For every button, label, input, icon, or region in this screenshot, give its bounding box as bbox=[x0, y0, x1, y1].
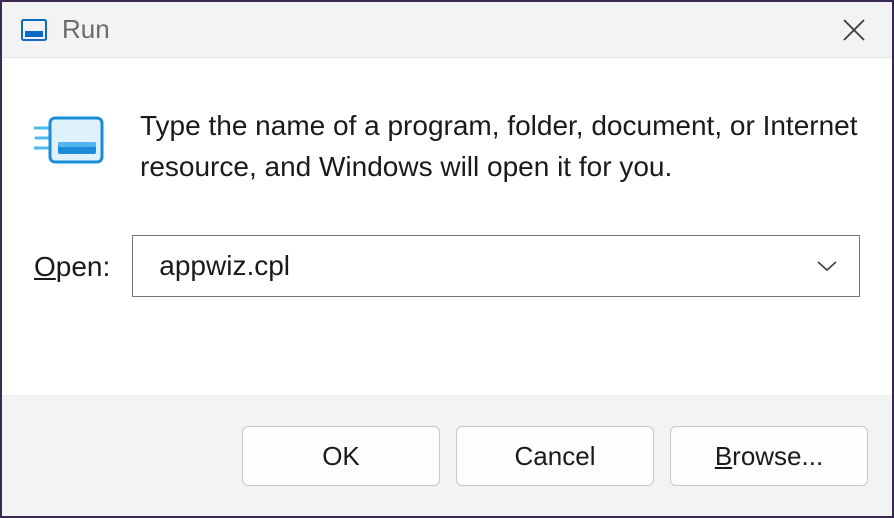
dialog-description: Type the name of a program, folder, docu… bbox=[140, 106, 860, 187]
ok-button[interactable]: OK bbox=[242, 426, 440, 486]
close-button[interactable] bbox=[830, 6, 878, 54]
dialog-content: Type the name of a program, folder, docu… bbox=[2, 58, 892, 395]
open-input[interactable] bbox=[159, 250, 815, 282]
browse-button[interactable]: Browse... bbox=[670, 426, 868, 486]
cancel-button-label: Cancel bbox=[515, 441, 596, 472]
titlebar: Run bbox=[2, 2, 892, 58]
browse-button-label: Browse... bbox=[715, 441, 823, 472]
ok-button-label: OK bbox=[322, 441, 360, 472]
open-label-underline: O bbox=[34, 251, 56, 282]
open-label: Open: bbox=[34, 249, 110, 283]
chevron-down-icon[interactable] bbox=[815, 254, 839, 278]
open-label-rest: pen: bbox=[56, 251, 111, 282]
open-combobox[interactable] bbox=[132, 235, 860, 297]
run-icon bbox=[34, 112, 106, 184]
titlebar-title: Run bbox=[62, 14, 830, 45]
open-row: Open: bbox=[34, 235, 860, 297]
button-row: OK Cancel Browse... bbox=[2, 395, 892, 516]
close-icon bbox=[841, 17, 867, 43]
run-titlebar-icon bbox=[20, 16, 48, 44]
info-row: Type the name of a program, folder, docu… bbox=[34, 106, 860, 187]
cancel-button[interactable]: Cancel bbox=[456, 426, 654, 486]
